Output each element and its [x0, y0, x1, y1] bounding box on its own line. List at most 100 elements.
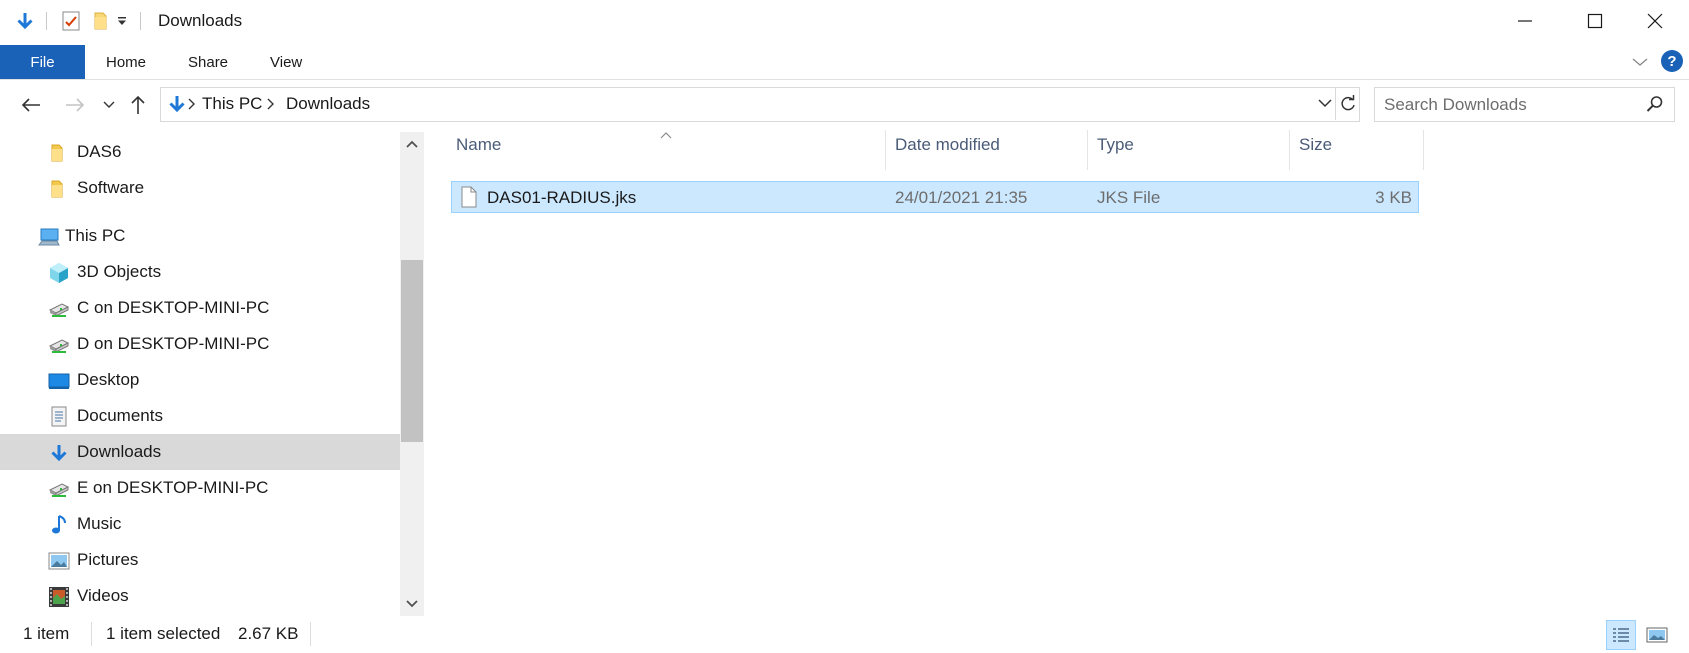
breadcrumb-chevron-icon[interactable]: [266, 97, 276, 115]
status-selected: 1 item selected: [106, 624, 221, 643]
status-divider: [91, 622, 92, 646]
nav-item-desktop[interactable]: Desktop: [0, 362, 400, 398]
forward-button[interactable]: [60, 90, 90, 120]
nav-item-d-drive[interactable]: D on DESKTOP-MINI-PC: [0, 326, 400, 362]
nav-item-videos[interactable]: Videos: [0, 578, 400, 614]
chevron-down-icon: [406, 600, 418, 608]
details-view-button[interactable]: [1606, 620, 1636, 650]
chevron-down-icon: [1632, 58, 1648, 66]
breadcrumb-this-pc[interactable]: This PC: [202, 94, 262, 114]
tab-file[interactable]: File: [0, 45, 85, 79]
downloads-location-icon: [167, 94, 187, 119]
breadcrumb-downloads[interactable]: Downloads: [286, 94, 370, 114]
nav-label: E on DESKTOP-MINI-PC: [77, 478, 269, 497]
nav-item-software[interactable]: Software: [0, 170, 400, 206]
navigation-pane: DAS6 Software This PC 3D Objects C on DE…: [0, 132, 400, 616]
nav-item-e-drive[interactable]: E on DESKTOP-MINI-PC: [0, 470, 400, 506]
chevron-up-icon: [406, 140, 418, 148]
pictures-icon: [48, 550, 70, 572]
network-drive-icon: [48, 298, 70, 320]
nav-item-downloads[interactable]: Downloads: [0, 434, 400, 470]
maximize-icon: [1587, 13, 1603, 29]
nav-label: DAS6: [77, 142, 122, 161]
status-bar: 1 item 1 item selected 2.67 KB: [0, 618, 1689, 653]
chevron-down-icon: [103, 101, 115, 108]
column-header-date-modified[interactable]: Date modified: [895, 135, 1000, 171]
breadcrumb-chevron-icon[interactable]: [187, 97, 197, 115]
search-icon[interactable]: [1646, 95, 1664, 118]
nav-label: Music: [77, 514, 122, 533]
tab-share[interactable]: Share: [188, 45, 228, 79]
nav-label: Documents: [77, 406, 163, 425]
address-bar[interactable]: This PC Downloads: [160, 87, 1360, 122]
file-icon: [460, 186, 478, 213]
sort-ascending-icon: [660, 126, 672, 144]
customize-qat-icon[interactable]: [112, 9, 132, 33]
nav-pane-scrollbar[interactable]: [400, 132, 424, 616]
properties-icon[interactable]: [58, 9, 84, 33]
nav-label: 3D Objects: [77, 262, 162, 281]
nav-item-c-drive[interactable]: C on DESKTOP-MINI-PC: [0, 290, 400, 326]
search-input[interactable]: Search Downloads: [1374, 87, 1675, 122]
close-button[interactable]: [1620, 0, 1689, 42]
file-size: 3 KB: [1375, 188, 1412, 207]
large-icons-view-button[interactable]: [1642, 620, 1672, 650]
column-divider[interactable]: [1289, 130, 1290, 170]
tab-home[interactable]: Home: [106, 45, 146, 79]
expand-ribbon-button[interactable]: [1630, 53, 1650, 71]
status-selected-size: 2.67 KB: [238, 624, 299, 643]
music-icon: [48, 514, 70, 536]
nav-label: Downloads: [77, 442, 162, 461]
scroll-down-button[interactable]: [400, 592, 424, 616]
nav-label: Pictures: [77, 550, 139, 569]
tab-view[interactable]: View: [270, 45, 302, 79]
downloads-icon: [48, 442, 70, 464]
table-row[interactable]: DAS01-RADIUS.jks 24/01/2021 21:35 JKS Fi…: [451, 181, 1419, 213]
back-button[interactable]: [16, 90, 46, 120]
refresh-icon: [1341, 94, 1355, 110]
scroll-up-button[interactable]: [400, 132, 424, 156]
recent-locations-button[interactable]: [100, 90, 118, 120]
nav-label: Videos: [77, 586, 129, 605]
search-placeholder: Search Downloads: [1384, 95, 1527, 114]
details-view-icon: [1613, 628, 1629, 642]
help-button[interactable]: ?: [1661, 50, 1683, 72]
column-divider[interactable]: [885, 130, 886, 170]
nav-item-music[interactable]: Music: [0, 506, 400, 542]
minimize-icon: [1518, 20, 1532, 22]
nav-item-documents[interactable]: Documents: [0, 398, 400, 434]
column-divider[interactable]: [1423, 130, 1424, 170]
column-header-type[interactable]: Type: [1097, 135, 1134, 171]
window-title: Downloads: [158, 11, 243, 30]
new-folder-icon[interactable]: [88, 9, 114, 33]
nav-label: Software: [77, 178, 145, 197]
file-type: JKS File: [1097, 188, 1161, 207]
scroll-thumb[interactable]: [401, 260, 423, 442]
close-icon: [1647, 13, 1663, 29]
up-button[interactable]: [125, 90, 151, 120]
nav-label: This PC: [65, 226, 126, 245]
large-icons-view-icon: [1646, 627, 1668, 643]
file-name: DAS01-RADIUS.jks: [487, 188, 637, 207]
qat-separator: [46, 12, 47, 30]
this-pc-icon: [38, 226, 60, 248]
nav-item-this-pc[interactable]: This PC: [0, 218, 400, 254]
minimize-button[interactable]: [1490, 0, 1560, 42]
nav-label: Desktop: [77, 370, 140, 389]
nav-item-3d-objects[interactable]: 3D Objects: [0, 254, 400, 290]
nav-item-pictures[interactable]: Pictures: [0, 542, 400, 578]
column-divider[interactable]: [1087, 130, 1088, 170]
address-history-dropdown-icon[interactable]: [1317, 96, 1333, 115]
back-arrow-icon: [21, 98, 40, 112]
status-divider: [310, 622, 311, 646]
downloads-arrow-icon[interactable]: [12, 9, 38, 33]
documents-icon: [48, 406, 70, 428]
desktop-icon: [48, 370, 70, 392]
refresh-button[interactable]: [1335, 87, 1360, 120]
column-header-size[interactable]: Size: [1299, 135, 1332, 171]
videos-icon: [48, 586, 70, 608]
nav-item-das6[interactable]: DAS6: [0, 134, 400, 170]
column-header-name[interactable]: Name: [456, 135, 501, 171]
nav-label: C on DESKTOP-MINI-PC: [77, 298, 270, 317]
forward-arrow-icon: [66, 98, 85, 112]
